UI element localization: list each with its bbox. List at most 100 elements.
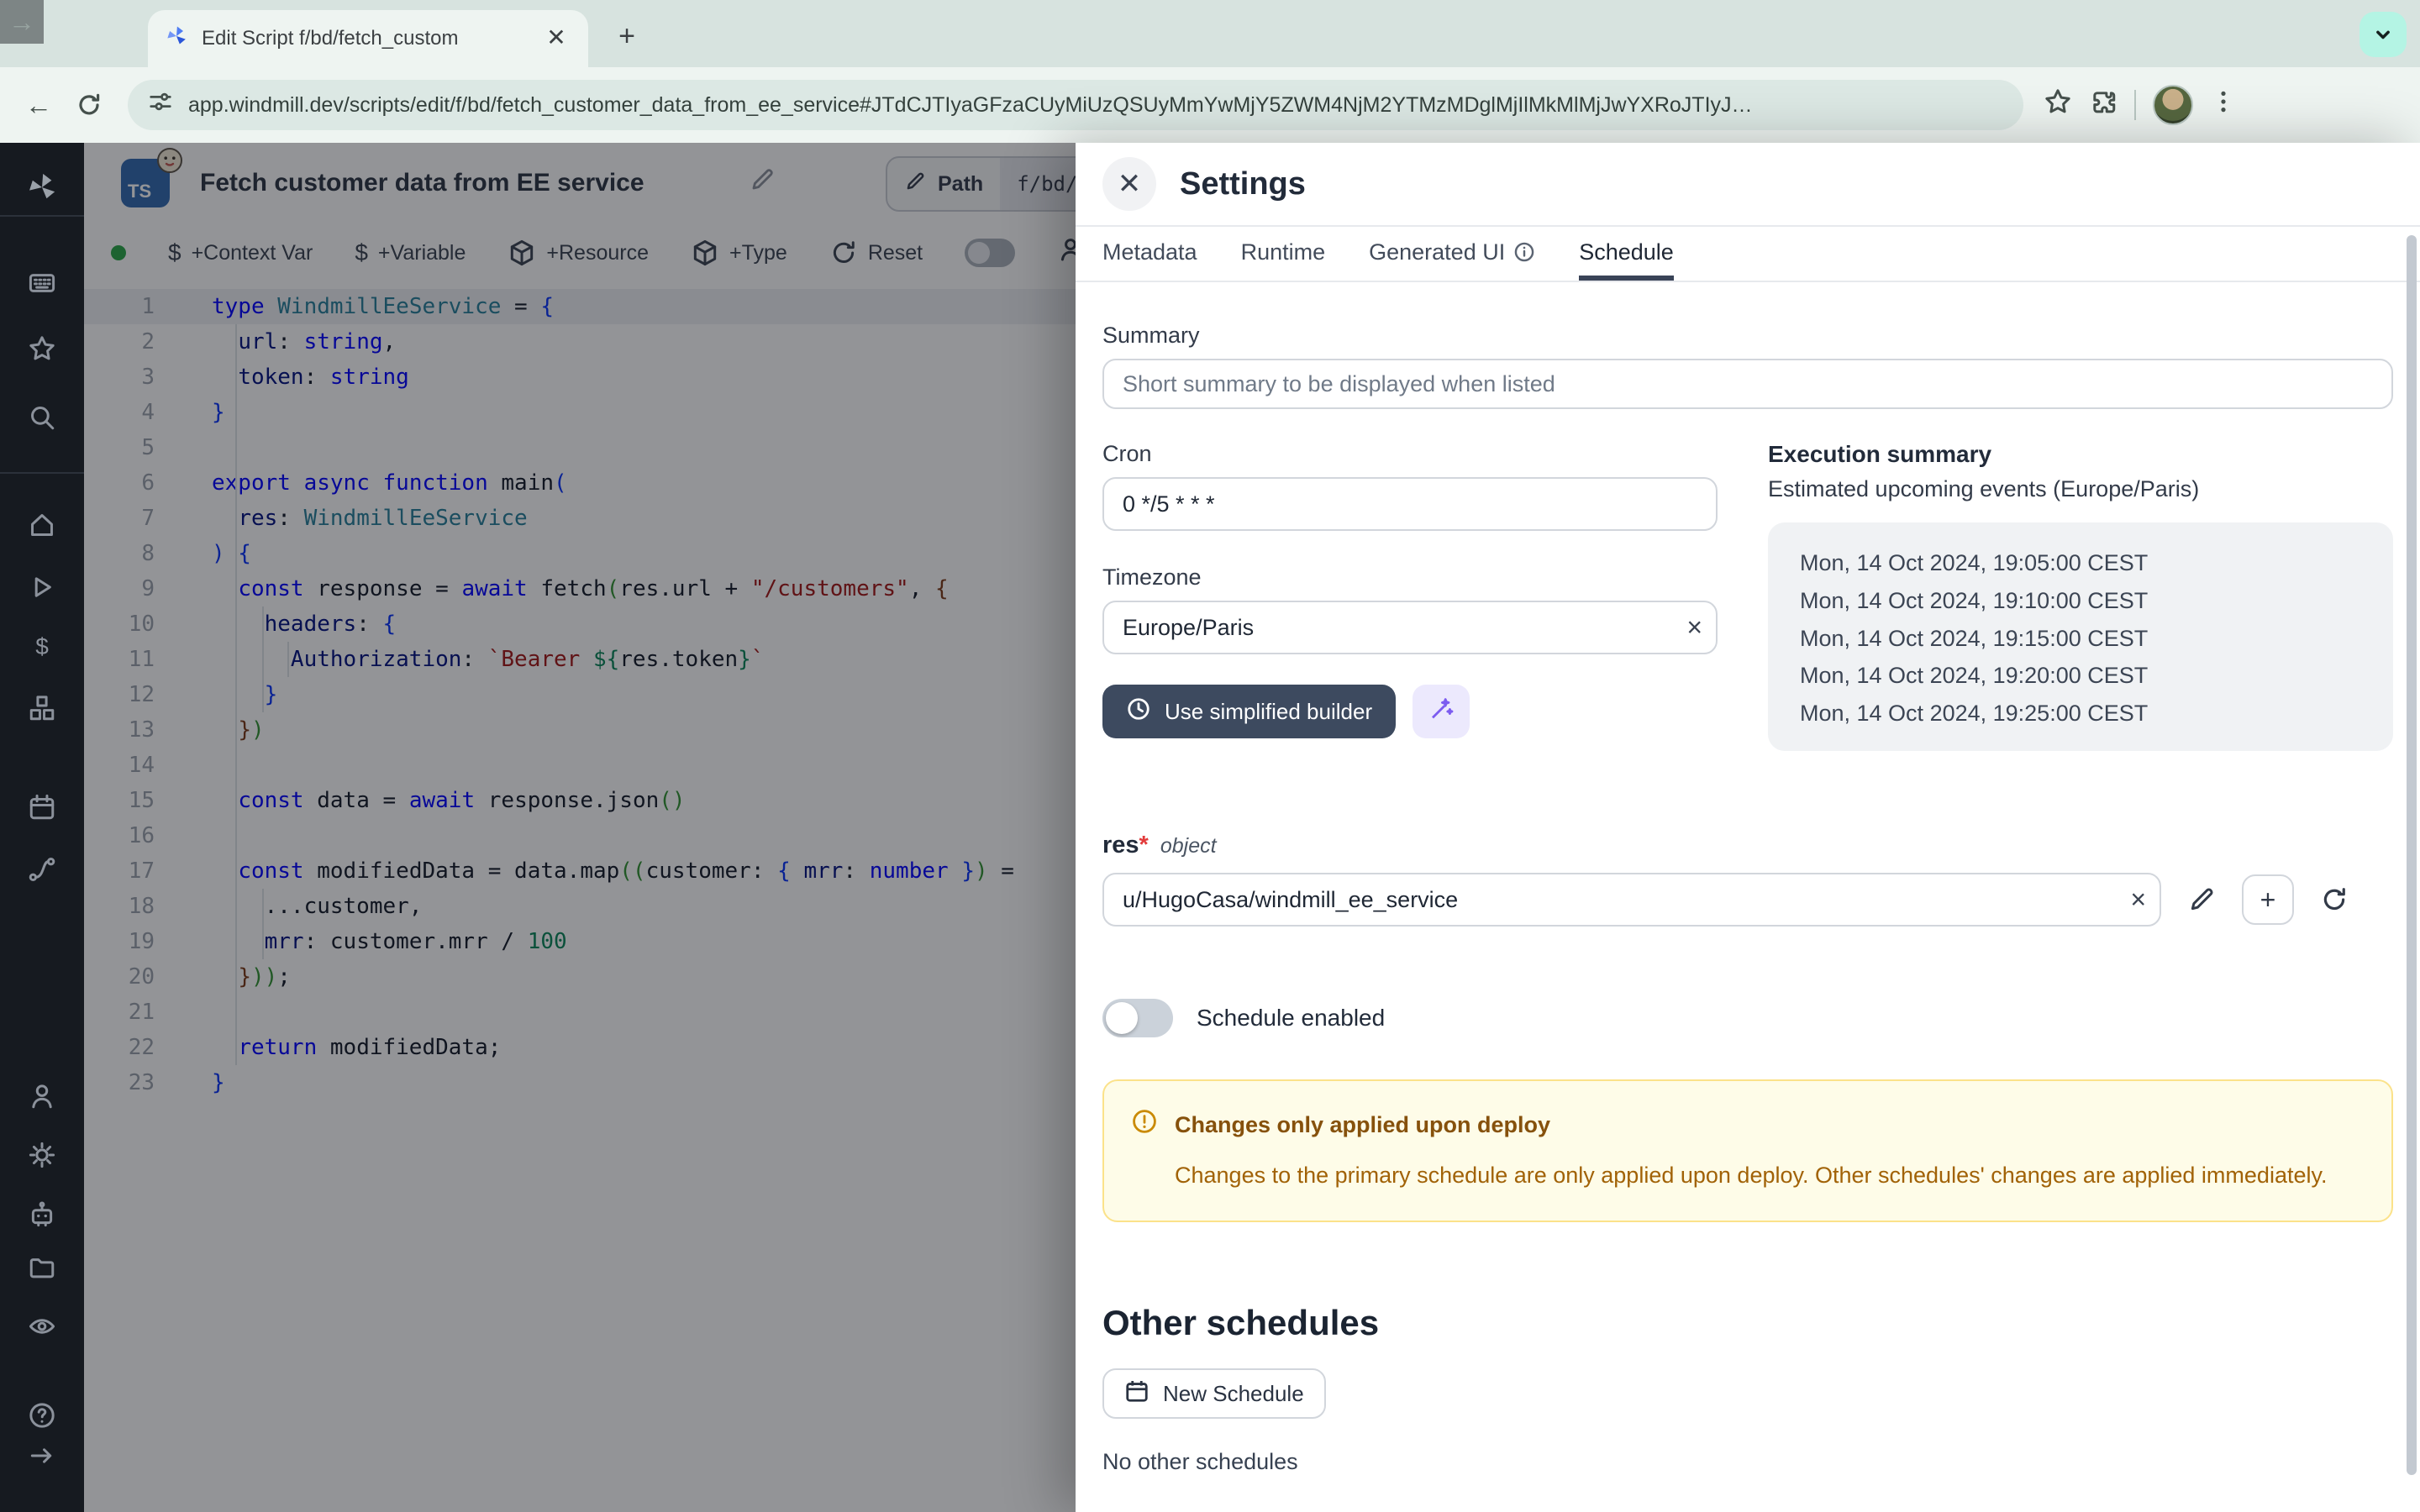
res-arg-label: res* [1102,832,1149,859]
settings-drawer: ✕ Settings Metadata Runtime Generated UI Sc… [1076,143,2420,1512]
sidebar-item-runs[interactable] [0,573,84,601]
url-field[interactable]: app.windmill.dev/scripts/edit/f/bd/fetch… [128,80,2023,130]
sidebar-divider [0,472,84,474]
schedule-tab-panel: Summary Cron Timezone × [1076,282,2420,1512]
sidebar-item-schedules[interactable] [0,793,84,822]
star-icon [28,334,56,363]
bookmark-star-icon[interactable] [2044,87,2072,123]
res-arg-type: object [1160,834,1217,858]
tab-metadata[interactable]: Metadata [1102,227,1197,281]
browser-tab[interactable]: Edit Script f/bd/fetch_custom ✕ [148,10,588,67]
sidebar-item-folders[interactable] [0,1253,84,1282]
folder-icon [28,1253,56,1282]
extensions-icon[interactable] [2089,87,2118,123]
robot-icon [28,1200,56,1228]
kbd-icon [28,269,56,297]
sidebar-item-workspace[interactable] [0,269,84,297]
simplified-builder-button[interactable]: Use simplified builder [1102,685,1396,738]
sidebar-item-settings[interactable] [0,1141,84,1169]
required-asterisk: * [1139,832,1149,858]
sidebar-item-home[interactable] [0,511,84,539]
alert-circle-icon [1131,1108,1158,1142]
sidebar-item-flows[interactable] [0,855,84,884]
ai-cron-button[interactable] [1413,685,1470,738]
sidebar-divider [0,215,84,217]
deploy-warning: Changes only applied upon deploy Changes… [1102,1079,2393,1222]
settings-tabs: Metadata Runtime Generated UI Schedule [1076,227,2420,282]
browser-window: Edit Script f/bd/fetch_custom ✕ + ← → ap… [0,0,2420,1512]
resource-input[interactable] [1102,873,2161,927]
refresh-resource-icon[interactable] [2312,874,2356,925]
drawer-scrollbar[interactable] [2407,235,2417,1475]
play-icon [28,573,56,601]
other-schedules-title: Other schedules [1102,1303,2393,1343]
no-other-schedules-text: No other schedules [1102,1449,2393,1475]
profile-avatar[interactable] [2153,85,2193,125]
edit-resource-pencil-icon[interactable] [2180,874,2223,925]
new-schedule-button[interactable]: New Schedule [1102,1368,1326,1419]
home-icon [28,511,56,539]
menu-dots-icon[interactable] [2210,88,2237,122]
forward-icon[interactable]: → [0,0,44,44]
clock-icon [1126,696,1151,727]
route-icon [28,855,56,884]
help-icon [28,1401,56,1430]
cubes-icon [28,694,56,722]
execution-summary-title: Execution summary [1768,441,2393,468]
new-tab-button[interactable]: + [608,20,645,53]
reload-icon[interactable] [67,83,111,127]
back-icon[interactable]: ← [17,83,60,127]
tab-close-icon[interactable]: ✕ [541,24,571,54]
timezone-input[interactable] [1102,601,1718,654]
cron-input[interactable] [1102,477,1718,531]
tab-schedule[interactable]: Schedule [1579,227,1674,281]
person-icon [28,1082,56,1110]
execution-summary-subtitle: Estimated upcoming events (Europe/Paris) [1768,476,2393,502]
sidebar-item-search[interactable] [0,403,84,432]
chevron-down-icon[interactable] [2360,12,2407,57]
clear-timezone-icon[interactable]: × [1686,612,1702,643]
tab-title: Edit Script f/bd/fetch_custom [202,27,528,50]
upcoming-event: Mon, 14 Oct 2024, 19:10:00 CEST [1800,582,2393,620]
calendar-icon [1124,1378,1150,1410]
sidebar-item-workers[interactable] [0,1200,84,1228]
cron-label: Cron [1102,441,1718,467]
sidebar-item-favorites[interactable] [0,334,84,363]
tab-generated-ui[interactable]: Generated UI [1369,227,1535,281]
timezone-label: Timezone [1102,564,1718,591]
browser-urlbar: ← → app.windmill.dev/scripts/edit/f/bd/f… [0,67,2420,143]
tune-icon[interactable] [148,89,173,121]
windmill-logo[interactable] [0,171,84,210]
schedule-enabled-toggle[interactable] [1102,999,1173,1037]
url-text: app.windmill.dev/scripts/edit/f/bd/fetch… [188,93,1753,118]
sidebar: $ [0,143,84,1512]
info-icon [1513,241,1535,263]
eye-icon [28,1312,56,1341]
divider [2134,90,2136,120]
sidebar-item-resources[interactable] [0,694,84,722]
upcoming-events-panel: Mon, 14 Oct 2024, 19:05:00 CESTMon, 14 O… [1768,522,2393,751]
close-icon[interactable]: ✕ [1102,157,1156,211]
browser-tabstrip: Edit Script f/bd/fetch_custom ✕ + [0,0,2420,67]
dollar-icon: $ [35,633,49,660]
sidebar-item-audit-logs[interactable] [0,1312,84,1341]
upcoming-event: Mon, 14 Oct 2024, 19:25:00 CEST [1800,695,2393,732]
calendar-icon [28,793,56,822]
warning-body: Changes to the primary schedule are only… [1131,1157,2365,1194]
tab-runtime[interactable]: Runtime [1241,227,1326,281]
settings-title: Settings [1180,166,1306,202]
warning-title: Changes only applied upon deploy [1175,1112,1550,1138]
summary-input[interactable] [1102,359,2393,409]
magic-wand-icon [1428,696,1455,728]
sidebar-item-help[interactable] [0,1401,84,1430]
summary-label: Summary [1102,323,2393,349]
upcoming-event: Mon, 14 Oct 2024, 19:20:00 CEST [1800,657,2393,695]
clear-resource-icon[interactable]: × [2130,885,2146,916]
windmill-app: $ TS Fetch customer data from EE service [0,143,2420,1512]
add-resource-plus-icon[interactable]: + [2242,874,2294,925]
upcoming-event: Mon, 14 Oct 2024, 19:15:00 CEST [1800,620,2393,658]
sidebar-item-collapse[interactable] [0,1441,84,1470]
sidebar-item-users[interactable] [0,1082,84,1110]
sidebar-item-variables[interactable]: $ [0,633,84,660]
search-icon [28,403,56,432]
